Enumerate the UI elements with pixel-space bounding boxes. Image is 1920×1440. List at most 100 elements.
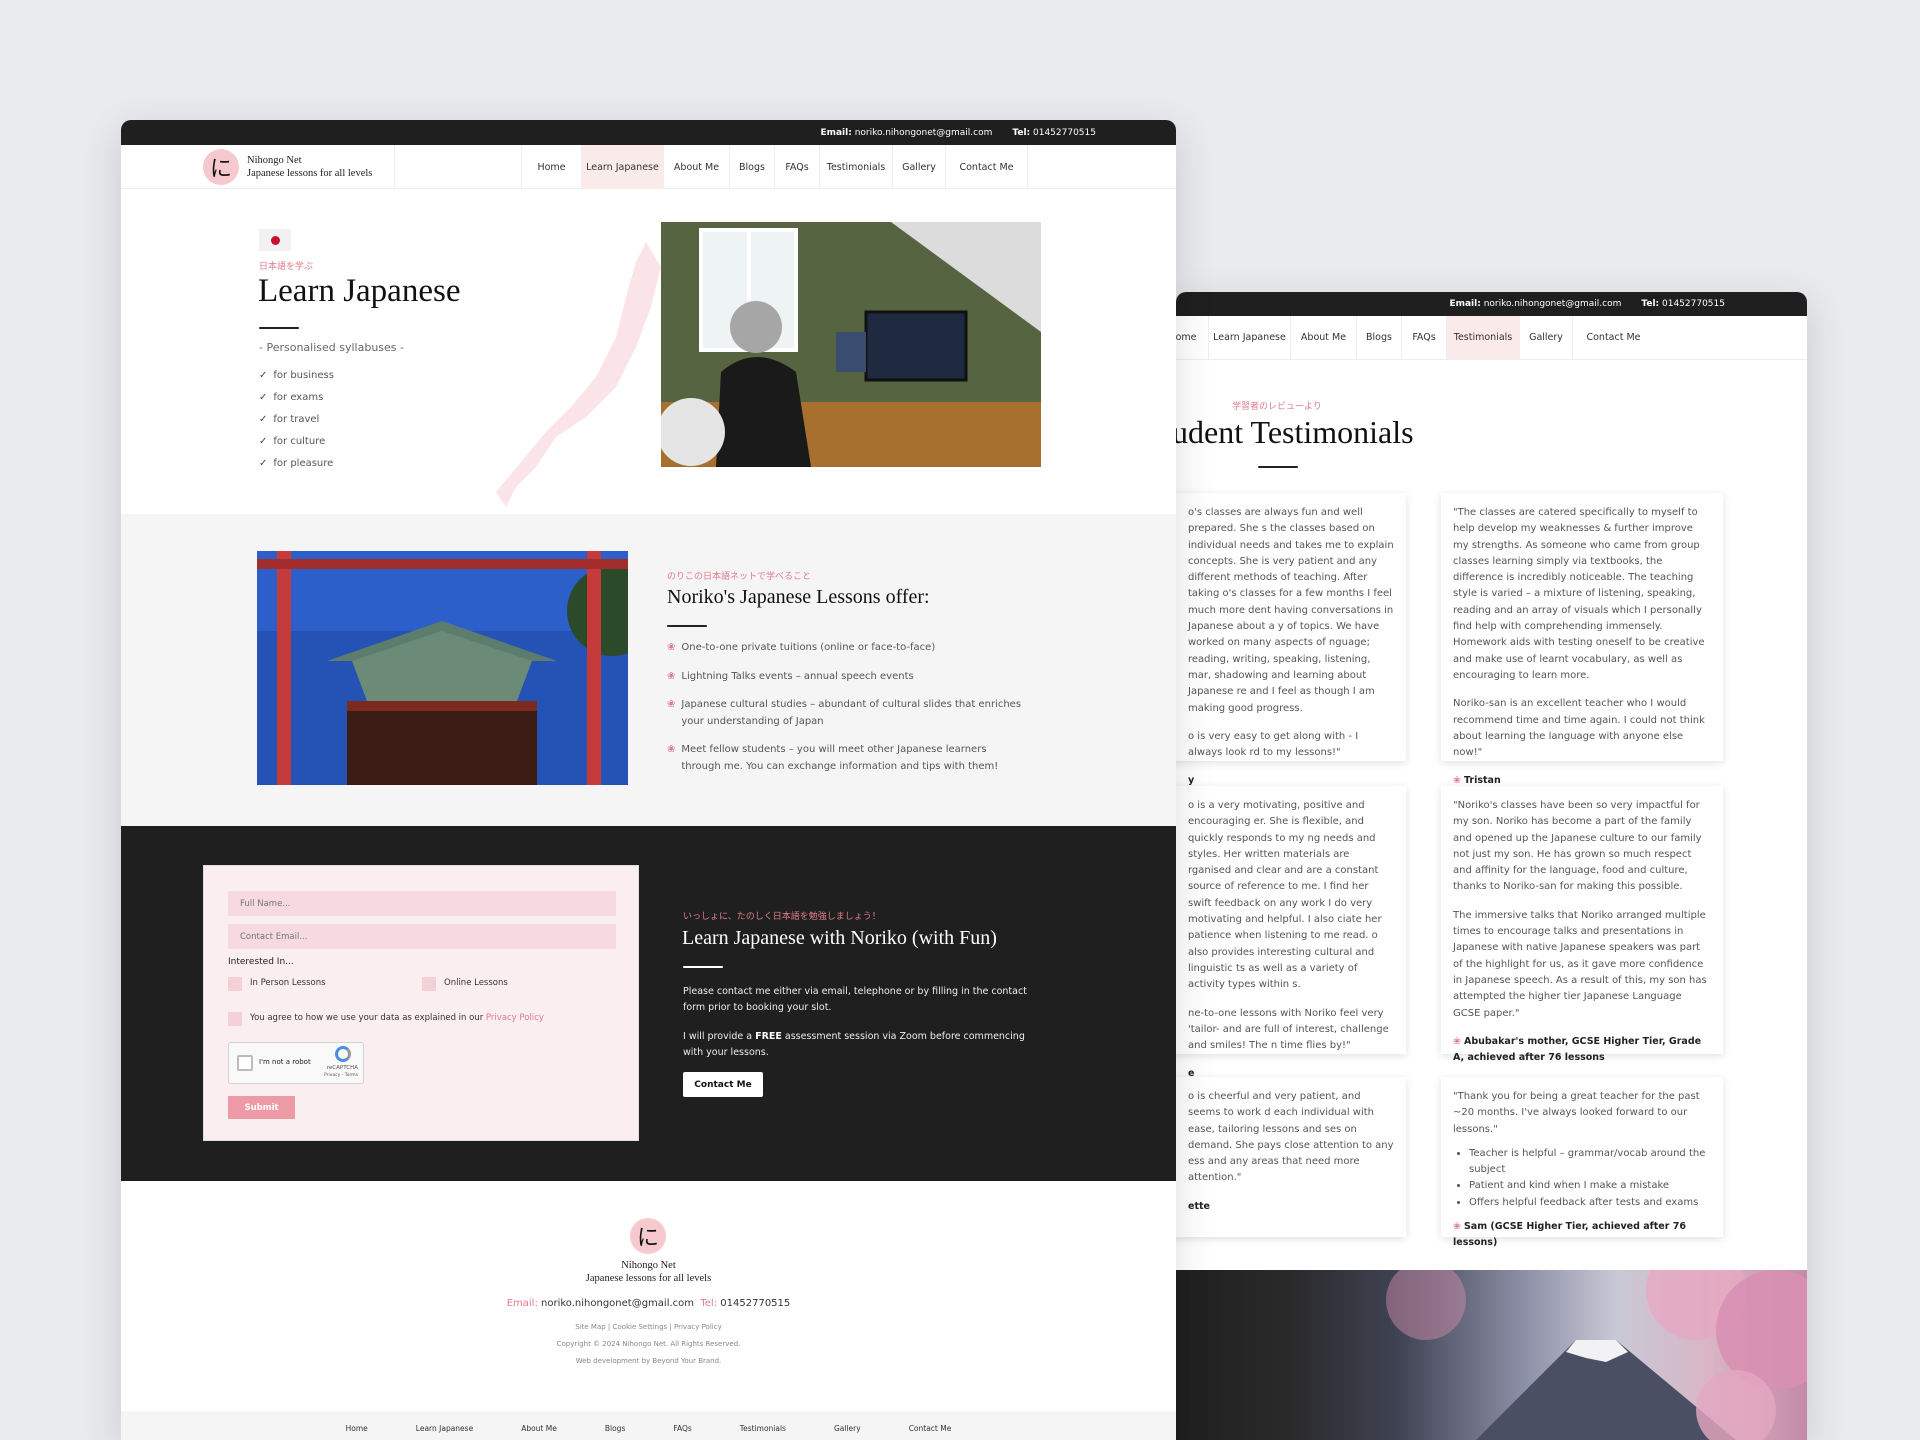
testimonial-bullet: Patient and kind when I make a mistake xyxy=(1469,1178,1711,1194)
offer-list: ❀ One-to-one private tuitions (online or … xyxy=(667,640,1027,787)
nav-home[interactable]: Home xyxy=(521,145,581,189)
offer-title: Noriko's Japanese Lessons offer: xyxy=(667,586,930,608)
nav-blogs[interactable]: Blogs xyxy=(729,145,774,189)
contact-form: Interested In... In Person Lessons Onlin… xyxy=(203,865,639,1141)
footer-nav-blogs[interactable]: Blogs xyxy=(605,1424,626,1433)
recaptcha-label: I'm not a robot xyxy=(259,1058,311,1066)
recaptcha-widget[interactable]: I'm not a robot reCAPTCHA Privacy - Term… xyxy=(228,1042,364,1084)
main-nav: HomeLearn JapaneseAbout MeBlogsFAQsTesti… xyxy=(1176,316,1807,360)
footer-nav-home[interactable]: Home xyxy=(346,1424,368,1433)
hero-list: ✓ for business ✓ for exams ✓ for travel ✓ for c… xyxy=(259,365,334,475)
offer-section: のりこの日本語ネットで学べること Noriko's Japanese Lesso… xyxy=(121,514,1176,826)
footer-nav-faqs[interactable]: FAQs xyxy=(673,1424,691,1433)
nav-contact-me[interactable]: Contact Me xyxy=(1572,316,1654,359)
footer-nav-gallery[interactable]: Gallery xyxy=(834,1424,861,1433)
testimonial-card: o is a very motivating, positive and enc… xyxy=(1176,786,1406,1079)
hero-section: 日本語を学ぶ Learn Japanese - Personalised syl… xyxy=(121,189,1176,514)
footer-credit: Web development by Beyond Your Brand. xyxy=(575,1357,722,1365)
footer-nav-testimonials[interactable]: Testimonials xyxy=(740,1424,786,1433)
footer-logo-icon: に xyxy=(630,1218,666,1254)
nav-gallery[interactable]: Gallery xyxy=(892,145,945,189)
consent-text: You agree to how we use your data as exp… xyxy=(250,1013,484,1023)
footer-nav-contact-me[interactable]: Contact Me xyxy=(909,1424,952,1433)
testimonial-card: o is cheerful and very patient, and seem… xyxy=(1176,1077,1406,1237)
footer-tel-label: Tel: xyxy=(700,1298,718,1309)
tel-label: Tel: xyxy=(1641,299,1660,309)
hero-photo xyxy=(661,222,1041,467)
testimonial-text: o is cheerful and very patient, and seem… xyxy=(1188,1091,1394,1184)
nav-learn-japanese[interactable]: Learn Japanese xyxy=(581,145,663,189)
tel-label: Tel: xyxy=(1012,127,1031,138)
privacy-policy-link[interactable]: Privacy Policy xyxy=(486,1013,544,1023)
footer-brand-tagline: Japanese lessons for all levels xyxy=(585,1273,712,1284)
nav-learn-japanese[interactable]: Learn Japanese xyxy=(1208,316,1290,359)
in-person-checkbox[interactable] xyxy=(228,977,242,991)
footer-nav-about-me[interactable]: About Me xyxy=(521,1424,557,1433)
footer-email[interactable]: noriko.nihongonet@gmail.com xyxy=(541,1298,694,1309)
cherry-blossom-banner xyxy=(1176,1270,1807,1440)
footer-link-privacy-policy[interactable]: Privacy Policy xyxy=(674,1323,722,1331)
in-person-label: In Person Lessons xyxy=(250,978,326,988)
top-contact-bar: Email: noriko.nihongonet@gmail.com Tel: … xyxy=(121,120,1176,145)
online-checkbox[interactable] xyxy=(422,977,436,991)
footer-tel[interactable]: 01452770515 xyxy=(720,1298,790,1309)
contact-me-button[interactable]: Contact Me xyxy=(683,1072,763,1097)
sakura-icon: ❀ xyxy=(1453,775,1461,787)
testimonial-text: o is a very motivating, positive and enc… xyxy=(1188,800,1382,991)
consent-checkbox[interactable] xyxy=(228,1012,242,1026)
full-name-input[interactable] xyxy=(228,891,616,916)
testimonials-jp-heading: 学習者のレビューより xyxy=(1232,402,1322,412)
hero-jp: 日本語を学ぶ xyxy=(259,262,314,272)
cta-title: Learn Japanese with Noriko (with Fun) xyxy=(682,927,997,949)
testimonial-text: "The classes are catered specifically to… xyxy=(1453,507,1705,681)
email-value[interactable]: noriko.nihongonet@gmail.com xyxy=(1484,299,1622,309)
nav-gallery[interactable]: Gallery xyxy=(1519,316,1572,359)
brand-name: Nihongo Net xyxy=(247,155,302,166)
nav-contact-me[interactable]: Contact Me xyxy=(945,145,1027,189)
check-icon: ✓ xyxy=(259,392,268,403)
nav-faqs[interactable]: FAQs xyxy=(1401,316,1446,359)
hero-subtitle: - Personalised syllabuses - xyxy=(259,341,405,354)
tel-value[interactable]: 01452770515 xyxy=(1662,299,1725,309)
submit-button[interactable]: Submit xyxy=(228,1096,295,1119)
nav-about-me[interactable]: About Me xyxy=(663,145,729,189)
brand-divider xyxy=(394,145,395,189)
contact-email-input[interactable] xyxy=(228,924,616,949)
cta-jp: いっしょに、たのしく日本語を勉強しましょう！ xyxy=(683,912,881,922)
testimonials-title: udent Testimonials xyxy=(1176,414,1414,450)
nav-testimonials[interactable]: Testimonials xyxy=(1446,316,1519,359)
recaptcha-terms[interactable]: Privacy - Terms xyxy=(324,1073,358,1078)
online-label: Online Lessons xyxy=(444,978,508,988)
nav-blogs[interactable]: Blogs xyxy=(1356,316,1401,359)
check-icon: ✓ xyxy=(259,436,268,447)
hero-title: Learn Japanese xyxy=(258,273,461,309)
brand-logo[interactable]: に Nihongo Net Japanese lessons for all l… xyxy=(203,149,372,185)
site-footer: に Nihongo Net Japanese lessons for all l… xyxy=(121,1181,1176,1411)
top-contact-bar: Email: noriko.nihongonet@gmail.com Tel: … xyxy=(1176,292,1807,316)
check-icon: ✓ xyxy=(259,370,268,381)
recaptcha-checkbox[interactable] xyxy=(237,1055,253,1071)
check-icon: ✓ xyxy=(259,458,268,469)
offer-list-item: ❀ Meet fellow students – you will meet ot… xyxy=(667,742,1027,775)
tel-value[interactable]: 01452770515 xyxy=(1033,128,1096,138)
email-label: Email: xyxy=(820,127,852,138)
testimonial-card: o's classes are always fun and well prep… xyxy=(1176,493,1406,786)
offer-jp: のりこの日本語ネットで学べること xyxy=(667,572,812,582)
footer-link-cookie-settings[interactable]: Cookie Settings xyxy=(613,1323,668,1331)
footer-link-site-map[interactable]: Site Map xyxy=(575,1323,605,1331)
sakura-icon: ❀ xyxy=(1453,1221,1461,1233)
recaptcha-brand: reCAPTCHA xyxy=(326,1065,358,1071)
email-value[interactable]: noriko.nihongonet@gmail.com xyxy=(855,128,993,138)
testimonial-card: "Thank you for being a great teacher for… xyxy=(1441,1077,1723,1248)
japan-flag-icon xyxy=(259,229,291,251)
nav-home[interactable]: Home xyxy=(1176,316,1208,359)
footer-nav-learn-japanese[interactable]: Learn Japanese xyxy=(416,1424,473,1433)
email-label: Email: xyxy=(1449,299,1481,309)
recaptcha-icon xyxy=(335,1046,351,1062)
nav-about-me[interactable]: About Me xyxy=(1290,316,1356,359)
learn-japanese-window: Email: noriko.nihongonet@gmail.com Tel: … xyxy=(121,120,1176,1440)
hero-list-item: ✓ for exams xyxy=(259,392,324,403)
nav-faqs[interactable]: FAQs xyxy=(774,145,819,189)
link-separator: | xyxy=(605,1323,613,1331)
nav-testimonials[interactable]: Testimonials xyxy=(819,145,892,189)
